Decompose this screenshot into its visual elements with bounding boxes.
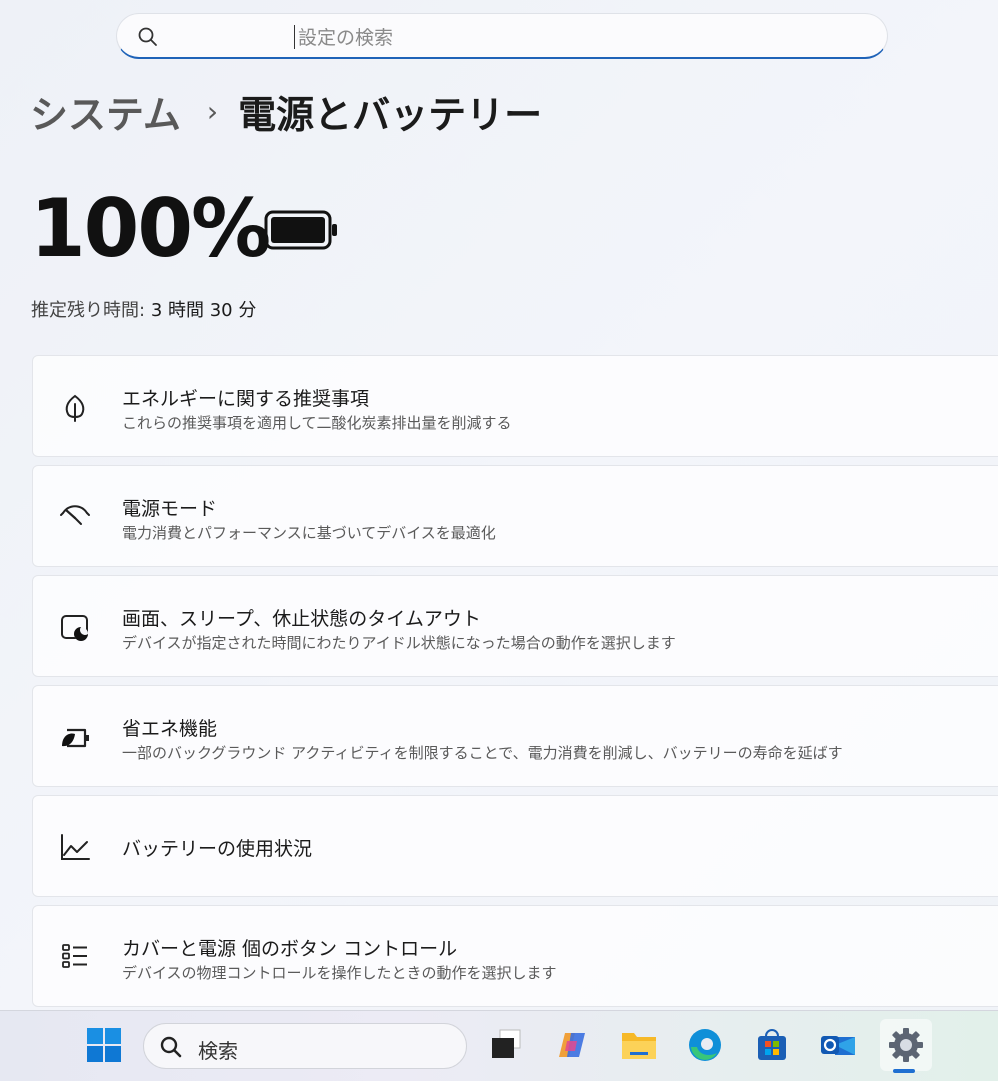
battery-fill (271, 217, 325, 243)
taskbar-search-label: 検索 (198, 1039, 238, 1063)
card-description: 電力消費とパフォーマンスに基づいてデバイスを最適化 (122, 524, 496, 542)
page-title: 電源とバッテリー (238, 92, 543, 137)
task-view-icon (492, 1029, 521, 1058)
file-explorer-button[interactable] (617, 1023, 661, 1067)
energy-recommendations-card[interactable]: エネルギーに関する推奨事項 これらの推奨事項を適用して二酸化炭素排出量を削減する (32, 355, 998, 457)
copilot-icon (559, 1033, 585, 1057)
card-title: 画面、スリープ、休止状態のタイムアウト (122, 608, 481, 630)
outlook-icon (821, 1036, 855, 1055)
remaining-time-value: 3 時間 30 分 (150, 300, 257, 321)
breadcrumb: システム › 電源とバッテリー (30, 84, 543, 139)
lid-power-button-controls-card[interactable]: カバーと電源 個のボタン コントロール デバイスの物理コントロールを操作したとき… (32, 905, 998, 1007)
card-title: エネルギーに関する推奨事項 (122, 388, 370, 410)
card-description: デバイスの物理コントロールを操作したときの動作を選択します (122, 964, 557, 982)
energy-saver-icon (62, 728, 89, 748)
file-explorer-icon (622, 1033, 656, 1059)
store-button[interactable] (750, 1023, 794, 1067)
edge-icon (689, 1029, 721, 1061)
settings-icon (889, 1028, 923, 1062)
settings-search-box[interactable] (116, 13, 888, 59)
battery-icon (264, 210, 337, 250)
card-title: 省エネ機能 (122, 718, 218, 740)
card-description: 一部のバックグラウンド アクティビティを制限することで、電力消費を削減し、バッテ… (122, 744, 843, 762)
start-icon (87, 1028, 121, 1062)
card-description: デバイスが指定された時間にわたりアイドル状態になった場合の動作を選択します (122, 634, 676, 652)
card-title: 電源モード (122, 498, 218, 520)
text-caret (294, 25, 295, 49)
task-view-button[interactable] (484, 1023, 528, 1067)
remaining-time-label: 推定残り時間: (31, 300, 146, 321)
card-title: バッテリーの使用状況 (122, 838, 313, 860)
screen-sleep-icon (61, 615, 88, 641)
energy-saver-card[interactable]: 省エネ機能 一部のバックグラウンド アクティビティを制限することで、電力消費を削… (32, 685, 998, 787)
store-icon (758, 1029, 786, 1060)
power-mode-card[interactable]: 電源モード 電力消費とパフォーマンスに基づいてデバイスを最適化 (32, 465, 998, 567)
screen-sleep-timeout-card[interactable]: 画面、スリープ、休止状態のタイムアウト デバイスが指定された時間にわたりアイドル… (32, 575, 998, 677)
battery-percentage: 100% (30, 182, 271, 275)
battery-usage-card[interactable]: バッテリーの使用状況 (32, 795, 998, 897)
search-icon (138, 27, 157, 46)
taskbar-search-box[interactable]: 検索 (143, 1023, 467, 1069)
edge-button[interactable] (683, 1023, 727, 1067)
card-title: カバーと電源 個のボタン コントロール (122, 938, 458, 960)
breadcrumb-separator-icon: › (206, 94, 219, 128)
search-icon (160, 1036, 182, 1058)
start-button[interactable] (82, 1023, 126, 1067)
list-icon (62, 944, 87, 968)
settings-app-button[interactable] (880, 1019, 932, 1071)
copilot-button[interactable] (551, 1023, 595, 1067)
gauge-icon (60, 505, 90, 525)
outlook-button[interactable] (816, 1023, 860, 1067)
active-app-indicator (893, 1069, 915, 1073)
card-description: これらの推奨事項を適用して二酸化炭素排出量を削減する (122, 414, 512, 432)
leaf-icon (65, 394, 85, 422)
taskbar: 検索 (0, 1010, 998, 1081)
breadcrumb-system-link[interactable]: システム (30, 84, 181, 139)
search-input[interactable] (296, 23, 860, 53)
remaining-time: 推定残り時間: 3 時間 30 分 (31, 296, 256, 322)
usage-chart-icon (61, 834, 90, 860)
